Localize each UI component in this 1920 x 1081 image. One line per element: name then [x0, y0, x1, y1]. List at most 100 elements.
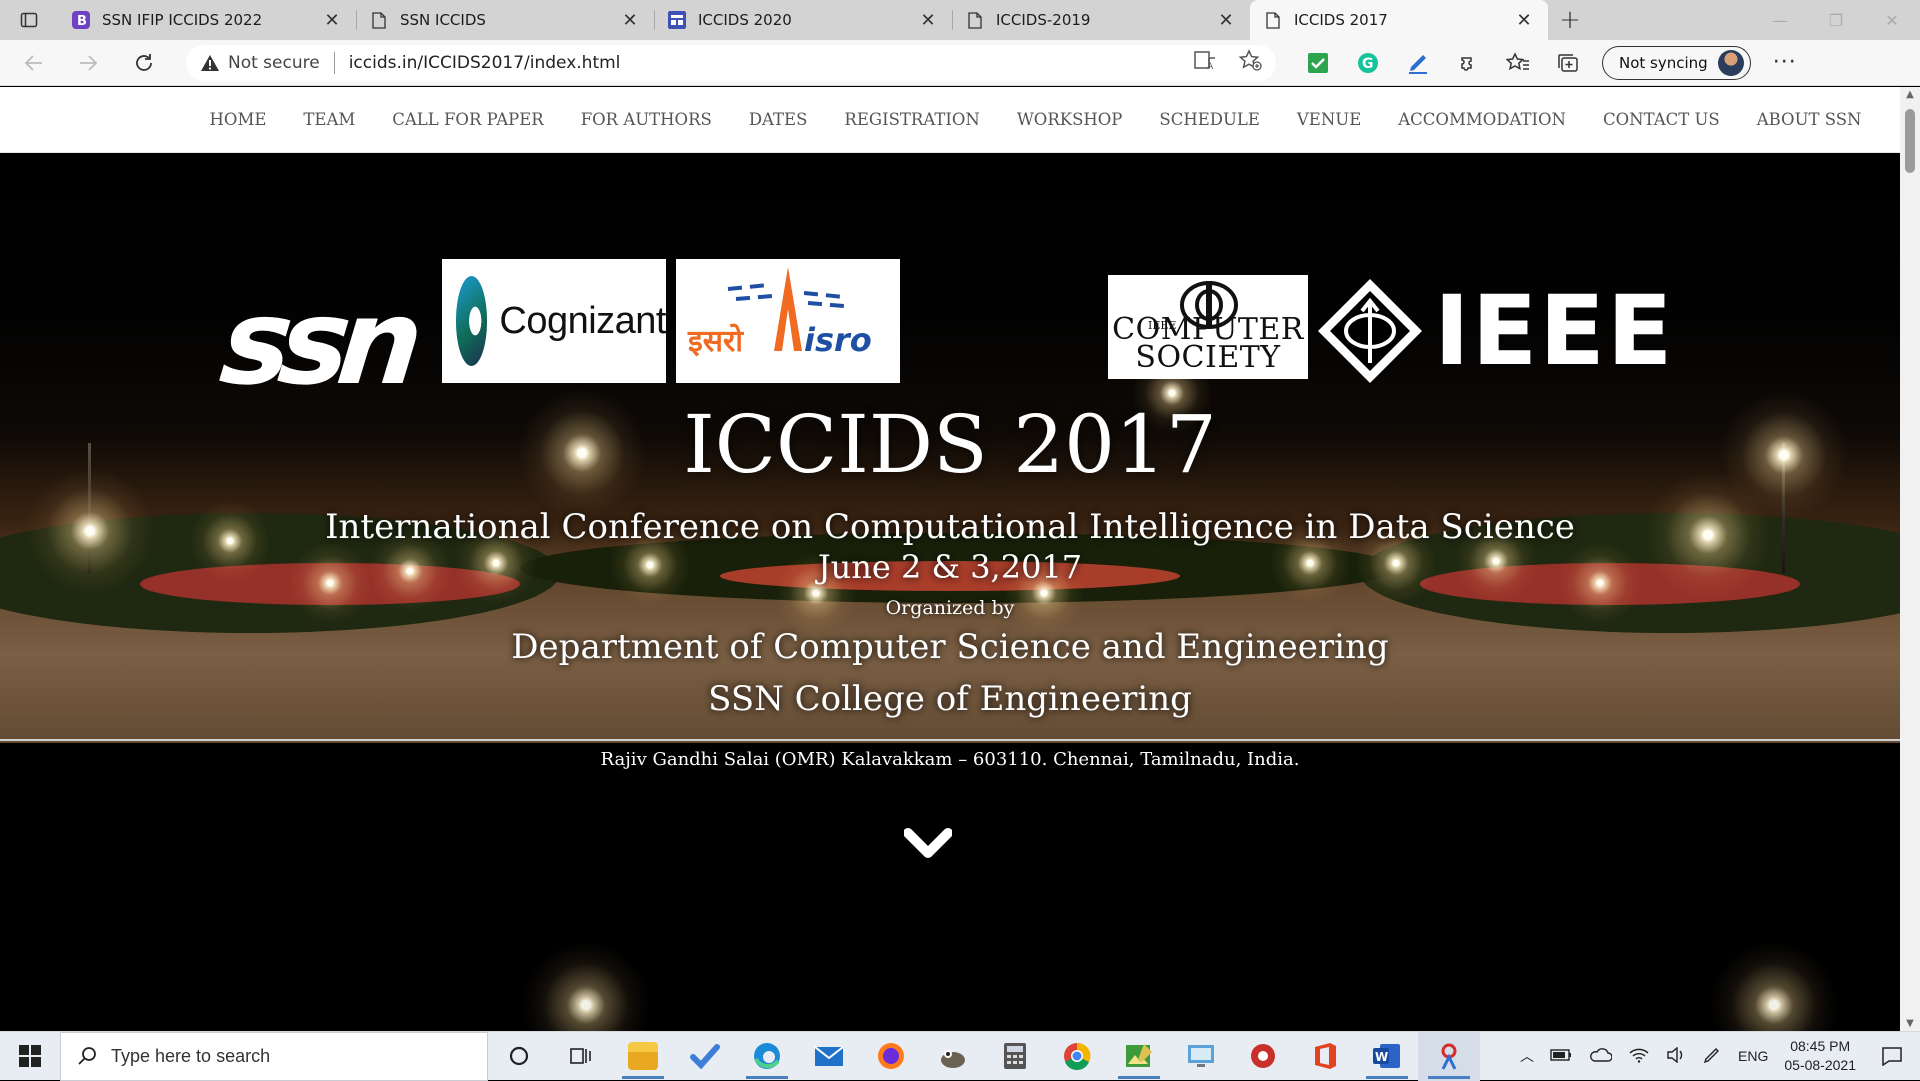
minimize-button[interactable]: — — [1752, 0, 1808, 40]
office-button[interactable] — [1294, 1032, 1356, 1081]
onedrive-icon[interactable] — [1588, 1047, 1613, 1065]
favorites-icon[interactable] — [1506, 51, 1530, 75]
nav-workshop[interactable]: WORKSHOP — [998, 110, 1141, 129]
red-app-icon — [1251, 1044, 1275, 1068]
page-scrollbar[interactable]: ▲ ▼ — [1900, 87, 1920, 1031]
page-viewport: HOME TEAM CALL FOR PAPER FOR AUTHORS DAT… — [0, 87, 1900, 1031]
grammarly-icon[interactable]: G — [1356, 51, 1380, 75]
cortana-button[interactable] — [488, 1032, 550, 1081]
word-button[interactable]: W — [1356, 1032, 1418, 1081]
task-view-icon — [570, 1048, 591, 1064]
browser-tab-active[interactable]: ICCIDS 2017 ✕ — [1250, 0, 1548, 40]
close-window-button[interactable]: ✕ — [1864, 0, 1920, 40]
pen-extension-icon[interactable] — [1406, 51, 1430, 75]
paint-icon — [1441, 1043, 1457, 1070]
refresh-icon — [136, 53, 152, 71]
immersive-reader-icon[interactable]: A — [1194, 50, 1216, 75]
clock[interactable]: 08:45 PM 05-08-2021 — [1784, 1037, 1856, 1075]
nav-team[interactable]: TEAM — [285, 110, 374, 129]
nav-home[interactable]: HOME — [191, 110, 285, 129]
ieee-wordmark: IEEE — [1434, 275, 1675, 387]
volume-icon[interactable] — [1666, 1046, 1686, 1066]
checkmark-extension-icon[interactable] — [1306, 51, 1330, 75]
system-tray: ︿ ENG 08:45 PM 05-08-2021 — [1520, 1032, 1920, 1081]
nav-schedule[interactable]: SCHEDULE — [1141, 110, 1279, 129]
svg-text:B: B — [77, 14, 87, 29]
chrome-icon — [1064, 1042, 1091, 1070]
extensions-icon[interactable] — [1456, 51, 1480, 75]
nav-dates[interactable]: DATES — [730, 110, 826, 129]
search-icon — [77, 1046, 97, 1066]
close-tab-icon[interactable]: ✕ — [1216, 10, 1236, 31]
close-tab-icon[interactable]: ✕ — [620, 10, 640, 31]
more-menu-button[interactable]: ··· — [1773, 50, 1797, 75]
chevron-down-icon[interactable] — [904, 823, 952, 863]
file-explorer-button[interactable] — [612, 1032, 674, 1081]
show-hidden-icons-icon[interactable]: ︿ — [1520, 1046, 1534, 1066]
browser-tab[interactable]: B SSN IFIP ICCIDS 2022 ✕ — [58, 0, 356, 40]
isro-logo: इसरो isro — [676, 259, 900, 383]
notification-center-button[interactable] — [1872, 1046, 1912, 1066]
close-tab-icon[interactable]: ✕ — [322, 10, 342, 31]
image-viewer-icon — [1126, 1044, 1152, 1067]
gimp-button[interactable] — [922, 1032, 984, 1081]
start-button[interactable] — [0, 1032, 60, 1081]
refresh-button[interactable] — [122, 45, 166, 81]
edge-button[interactable] — [736, 1032, 798, 1081]
nav-accommodation[interactable]: ACCOMMODATION — [1380, 110, 1585, 129]
collections-icon[interactable] — [1556, 51, 1580, 75]
browser-tab[interactable]: ICCIDS-2019 ✕ — [952, 0, 1250, 40]
scroll-up-icon[interactable]: ▲ — [1900, 89, 1920, 100]
conference-subtitle: International Conference on Computationa… — [325, 507, 1575, 547]
add-favorite-icon[interactable] — [1238, 49, 1262, 76]
close-tab-icon[interactable]: ✕ — [918, 10, 938, 31]
firefox-button[interactable] — [860, 1032, 922, 1081]
ssn-logo: ssn — [214, 273, 418, 411]
close-tab-icon[interactable]: ✕ — [1514, 10, 1534, 31]
tab-actions-button[interactable] — [0, 0, 58, 40]
scroll-down-icon[interactable]: ▼ — [1900, 1018, 1920, 1029]
image-viewer-button[interactable] — [1108, 1032, 1170, 1081]
street-lamp — [511, 930, 661, 1031]
paint-app-button[interactable] — [1418, 1031, 1480, 1081]
security-indicator[interactable]: Not secure — [200, 53, 320, 73]
svg-text:G: G — [1362, 56, 1374, 72]
nav-venue[interactable]: VENUE — [1278, 110, 1379, 129]
nav-contact-us[interactable]: CONTACT US — [1585, 110, 1739, 129]
site-icon — [668, 11, 686, 29]
page-icon — [370, 11, 388, 29]
pen-workspace-icon[interactable] — [1702, 1046, 1722, 1067]
scrollbar-thumb[interactable] — [1905, 109, 1915, 173]
new-tab-button[interactable]: + — [1548, 0, 1592, 40]
restore-button[interactable]: ❐ — [1808, 0, 1864, 40]
hero-divider — [0, 739, 1900, 741]
calculator-button[interactable] — [984, 1032, 1046, 1081]
conference-dates: June 2 & 3,2017 — [817, 548, 1083, 586]
address-separator — [333, 51, 335, 74]
nav-call-for-paper[interactable]: CALL FOR PAPER — [374, 110, 562, 129]
address-bar[interactable]: Not secure iccids.in/ICCIDS2017/index.ht… — [186, 44, 1276, 81]
battery-icon[interactable] — [1550, 1048, 1572, 1064]
mail-button[interactable] — [798, 1032, 860, 1081]
organizer-college: SSN College of Engineering — [708, 679, 1192, 719]
task-view-button[interactable] — [550, 1032, 612, 1081]
language-indicator[interactable]: ENG — [1738, 1048, 1768, 1064]
nav-about-ssn[interactable]: ABOUT SSN — [1738, 110, 1880, 129]
profile-sync-button[interactable]: Not syncing — [1602, 45, 1751, 80]
office-icon — [1315, 1043, 1336, 1069]
wifi-icon[interactable] — [1628, 1047, 1650, 1066]
browser-tab[interactable]: ICCIDS 2020 ✕ — [654, 0, 952, 40]
app-button[interactable] — [1232, 1032, 1294, 1081]
chrome-button[interactable] — [1046, 1032, 1108, 1081]
remote-desktop-button[interactable] — [1170, 1032, 1232, 1081]
url-text[interactable]: iccids.in/ICCIDS2017/index.html — [349, 53, 621, 73]
ieee-logo: IEEE — [1316, 277, 1674, 385]
browser-tab[interactable]: SSN ICCIDS ✕ — [356, 0, 654, 40]
forward-button[interactable] — [66, 45, 110, 81]
todo-button[interactable] — [674, 1032, 736, 1081]
svg-text:A: A — [1207, 62, 1214, 70]
taskbar-search-box[interactable]: Type here to search — [60, 1031, 488, 1081]
nav-registration[interactable]: REGISTRATION — [826, 110, 998, 129]
back-button[interactable] — [12, 45, 56, 81]
nav-for-authors[interactable]: FOR AUTHORS — [562, 110, 730, 129]
